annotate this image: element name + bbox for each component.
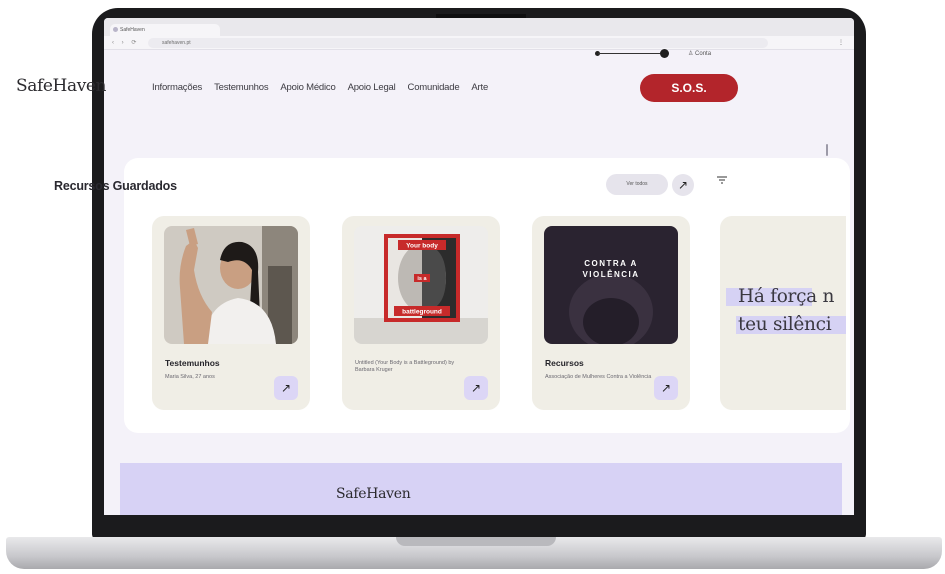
laptop-opening-groove [396, 537, 556, 546]
user-icon: ♙ [688, 51, 696, 57]
arrow-up-right-icon[interactable]: ↗ [654, 376, 678, 400]
quote-line-2: teu silênci [738, 314, 832, 335]
photo-woman-waving [164, 226, 298, 344]
nav-item-comunidade[interactable]: Comunidade [408, 82, 460, 93]
card-category: Recursos [545, 358, 584, 368]
card-image-testimony [164, 226, 298, 344]
browser-addressbar: ‹ › ⟳ safehaven.pt ⋮ [104, 36, 854, 50]
nav-item-apoio-medico[interactable]: Apoio Médico [280, 82, 335, 93]
favicon-icon [113, 27, 118, 32]
card-subtitle: Untitled (Your Body is a Battleground) b… [355, 360, 455, 373]
quote-card[interactable]: Há força n teu silênci [720, 216, 846, 410]
main-nav: Informações Testemunhos Apoio Médico Apo… [152, 82, 500, 93]
artwork-text-top: Your body [406, 243, 438, 250]
arrow-up-right-icon[interactable]: ↗ [464, 376, 488, 400]
nav-item-testemunhos[interactable]: Testemunhos [214, 82, 269, 93]
resource-card[interactable]: Testemunhos Maria Silva, 27 anos ↗ [152, 216, 310, 410]
browser-menu-icon[interactable]: ⋮ [838, 39, 846, 46]
url-input[interactable]: safehaven.pt [148, 38, 768, 48]
browser-tab[interactable]: SafeHaven [110, 24, 220, 36]
text-size-slider[interactable] [598, 53, 660, 54]
filter-icon[interactable] [716, 174, 728, 186]
sos-button[interactable]: S.O.S. [640, 74, 738, 102]
poster-contra-a-violencia: CONTRA A VIOLÊNCIA [544, 226, 678, 344]
nav-item-apoio-legal[interactable]: Apoio Legal [348, 82, 396, 93]
resource-card[interactable]: Your body is a battleground Untitled (Yo… [342, 216, 500, 410]
account-link[interactable]: ♙ Conta [688, 50, 711, 57]
nav-item-arte[interactable]: Arte [471, 82, 488, 93]
card-image-poster: CONTRA A VIOLÊNCIA [544, 226, 678, 344]
artwork-text-bottom: battleground [402, 309, 442, 316]
footer-logo[interactable]: SafeHaven [336, 486, 411, 502]
text-size-slider-knob[interactable] [660, 49, 669, 58]
nav-item-informacoes[interactable]: Informações [152, 82, 202, 93]
tab-title: SafeHaven [120, 27, 145, 33]
see-all-button[interactable]: Ver todos [606, 174, 668, 195]
card-category: Testemunhos [165, 358, 220, 368]
arrow-up-right-icon[interactable]: ↗ [672, 174, 694, 196]
artwork-your-body: Your body is a battleground [354, 226, 488, 344]
card-image-artwork: Your body is a battleground [354, 226, 488, 344]
artwork-text-middle: is a [417, 276, 427, 282]
section-title: Recursos Guardados [54, 179, 177, 193]
poster-text-line-2: VIOLÊNCIA [582, 270, 639, 279]
card-subtitle: Maria Silva, 27 anos [165, 374, 215, 380]
arrow-up-right-icon[interactable]: ↗ [274, 376, 298, 400]
resource-card[interactable]: CONTRA A VIOLÊNCIA Recursos Associação d… [532, 216, 690, 410]
poster-text-line-1: CONTRA A [584, 259, 638, 268]
card-subtitle: Associação de Mulheres Contra a Violênci… [545, 374, 652, 380]
site-logo[interactable]: SafeHaven [16, 76, 107, 96]
browser-nav-arrows[interactable]: ‹ › ⟳ [112, 39, 139, 46]
quote-line-1: Há força n [738, 286, 835, 307]
browser-tabbar: SafeHaven [104, 18, 854, 36]
